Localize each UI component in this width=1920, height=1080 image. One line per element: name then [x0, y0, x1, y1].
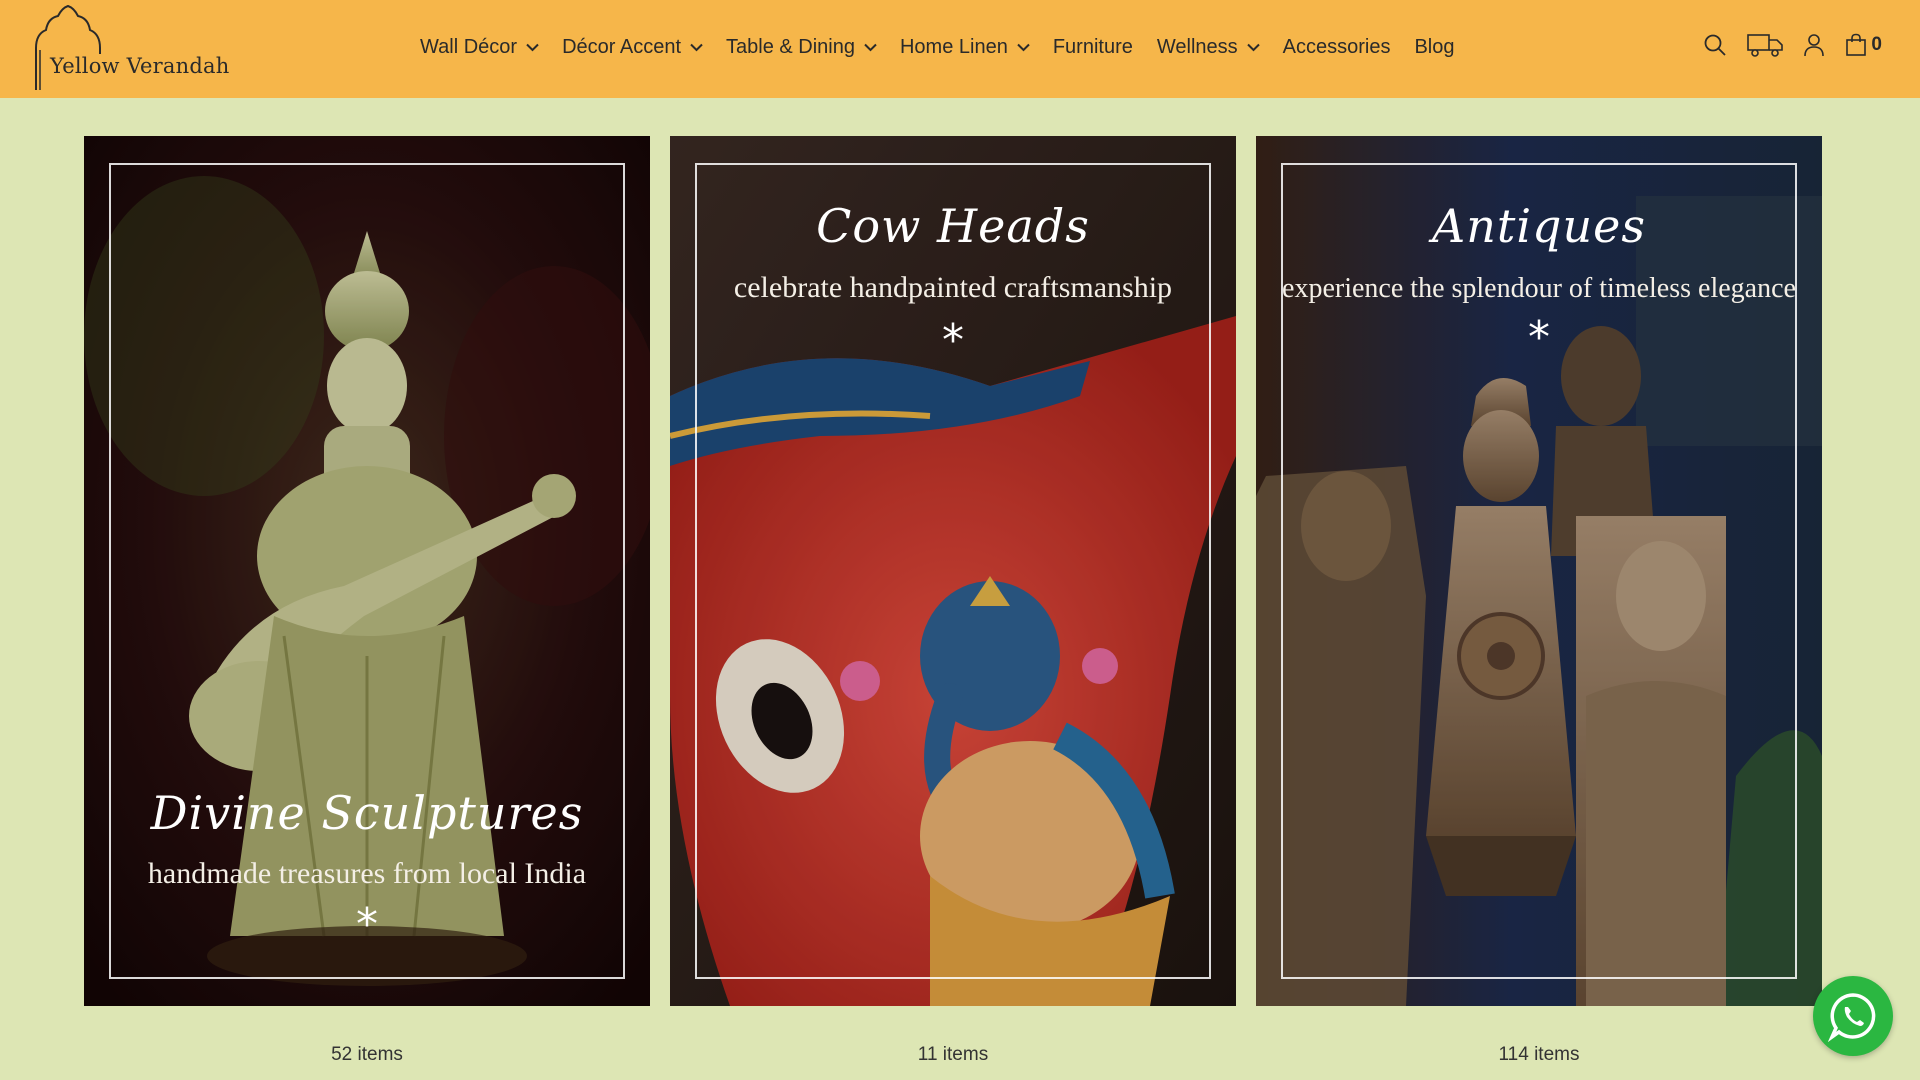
whatsapp-chat-button[interactable] [1813, 976, 1893, 1056]
nav-label: Home Linen [899, 35, 1008, 58]
collection-grid: Divine Sculptures handmade treasures fro… [84, 136, 1822, 1006]
site-header: Yellow Verandah Wall Décor Décor Accent … [0, 0, 1920, 98]
collection-counts: 52 items 11 items 114 items [84, 1044, 1822, 1066]
card-subtitle: celebrate handpainted craftsmanship [733, 271, 1173, 304]
nav-table-dining[interactable]: Table & Dining [726, 36, 877, 59]
card-title: Antiques [1432, 199, 1646, 253]
nav-label: Furniture [1052, 35, 1133, 58]
nav-label: Table & Dining [726, 35, 855, 58]
chevron-down-icon [1017, 43, 1030, 51]
brand-name: Yellow Verandah [50, 54, 230, 78]
nav-wall-decor[interactable]: Wall Décor [420, 36, 539, 59]
nav-label: Wellness [1156, 35, 1238, 58]
collection-card-cow-heads[interactable]: Cow Heads celebrate handpainted craftsma… [670, 136, 1236, 1006]
search-icon [1705, 34, 1727, 56]
nav-accessories[interactable]: Accessories [1283, 36, 1391, 59]
card-title: Cow Heads [816, 199, 1090, 253]
nav-furniture[interactable]: Furniture [1053, 36, 1133, 59]
nav-label: Décor Accent [562, 35, 682, 58]
brand-logo[interactable]: Yellow Verandah [28, 4, 230, 92]
main-nav: Wall Décor Décor Accent Table & Dining H… [420, 30, 1478, 64]
shopping-bag-icon [1846, 33, 1867, 56]
nav-blog[interactable]: Blog [1414, 36, 1454, 59]
chevron-down-icon [864, 43, 877, 51]
delivery-button[interactable] [1747, 32, 1784, 58]
card-title: Divine Sculptures [150, 786, 584, 840]
nav-wellness[interactable]: Wellness [1157, 36, 1260, 59]
search-button[interactable] [1703, 33, 1727, 57]
card-subtitle: handmade treasures from local India [147, 857, 587, 890]
nav-label: Wall Décor [420, 35, 518, 58]
delivery-truck-icon [1747, 34, 1784, 57]
nav-label: Accessories [1282, 35, 1391, 58]
asterisk-decoration: * [942, 315, 964, 366]
item-count: 114 items [1498, 1044, 1580, 1065]
card-subtitle: experience the splendour of timeless ele… [1282, 273, 1796, 304]
chevron-down-icon [690, 43, 703, 51]
collection-card-divine-sculptures[interactable]: Divine Sculptures handmade treasures fro… [84, 136, 650, 1006]
nav-decor-accent[interactable]: Décor Accent [562, 36, 703, 59]
asterisk-decoration: * [1528, 312, 1550, 363]
chevron-down-icon [1246, 43, 1260, 51]
whatsapp-icon [1827, 993, 1876, 1042]
cart-count: 0 [1871, 34, 1882, 55]
collection-card-antiques[interactable]: Antiques experience the splendour of tim… [1256, 136, 1822, 1006]
verandah-arch-icon [35, 4, 101, 90]
chevron-down-icon [526, 43, 539, 51]
header-actions: 0 [1703, 32, 1882, 58]
nav-home-linen[interactable]: Home Linen [900, 36, 1030, 59]
account-button[interactable] [1803, 33, 1825, 57]
nav-label: Blog [1414, 35, 1455, 58]
user-icon [1804, 34, 1825, 57]
item-count: 52 items [331, 1044, 403, 1065]
item-count: 11 items [917, 1044, 989, 1065]
cart-button[interactable]: 0 [1845, 33, 1882, 57]
asterisk-decoration: * [356, 899, 378, 950]
